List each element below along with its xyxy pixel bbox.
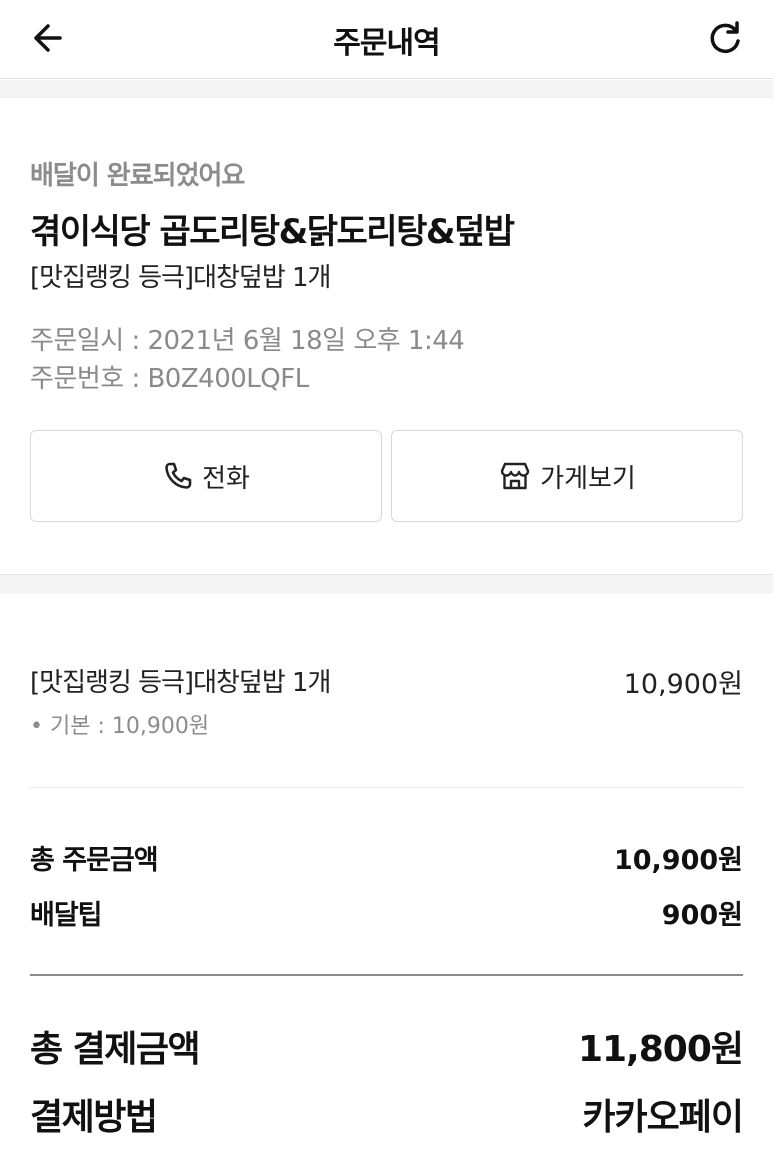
call-button[interactable]: 전화: [30, 430, 382, 522]
store-name: 겪이식당 곱도리탕&닭도리탕&덮밥: [30, 212, 515, 252]
call-label: 전화: [202, 463, 250, 494]
order-item-name: [맛집랭킹 등극]대창덮밥 1개: [30, 668, 331, 698]
page-title: 주문내역: [333, 26, 440, 61]
delivery-tip-label: 배달팁: [30, 900, 103, 931]
payment-method-value: 카카오페이: [582, 1097, 744, 1138]
total-order-label: 총 주문금액: [30, 845, 159, 876]
view-store-button[interactable]: 가게보기: [391, 430, 743, 522]
top-bar: 주문내역: [0, 0, 773, 79]
total-payment-value: 11,800원: [577, 1029, 744, 1070]
divider: [30, 974, 743, 976]
order-time: 주문일시 : 2021년 6월 18일 오후 1:44: [30, 326, 465, 356]
refresh-button[interactable]: [705, 18, 745, 58]
order-item-price: 10,900원: [623, 669, 743, 700]
section-gap: [0, 80, 773, 98]
total-payment-label: 총 결제금액: [30, 1029, 201, 1070]
total-order-value: 10,900원: [613, 845, 743, 876]
order-status: 배달이 완료되었어요: [30, 161, 245, 191]
menu-summary: [맛집랭킹 등극]대창덮밥 1개: [30, 263, 331, 293]
refresh-icon: [710, 21, 740, 54]
section-gap: [0, 574, 773, 594]
phone-icon: [165, 462, 192, 489]
order-item-option: • 기본 : 10,900원: [30, 714, 210, 739]
view-store-label: 가게보기: [540, 463, 636, 494]
payment-method-label: 결제방법: [30, 1097, 158, 1138]
delivery-tip-value: 900원: [661, 900, 743, 931]
order-number: 주문번호 : B0Z400LQFL: [30, 364, 309, 394]
store-icon: [500, 462, 530, 490]
divider: [30, 787, 743, 788]
